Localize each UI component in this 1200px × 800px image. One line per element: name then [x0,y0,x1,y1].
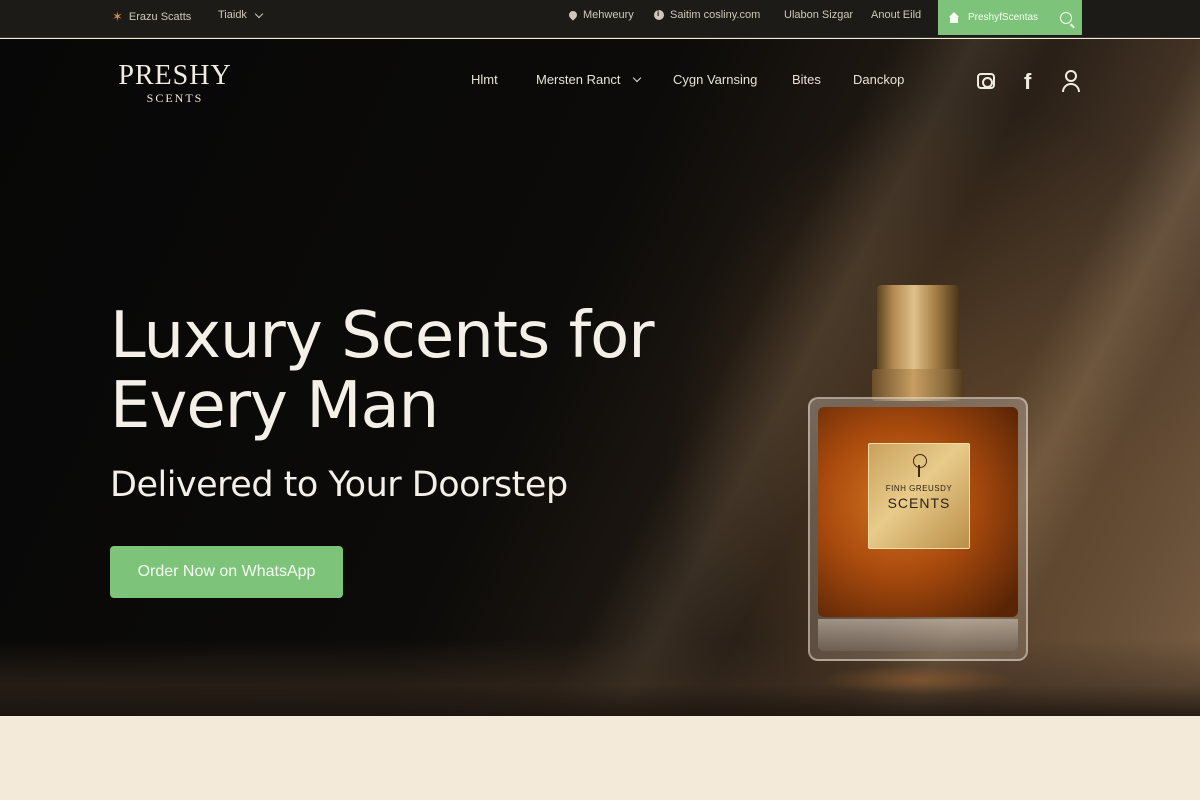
facebook-icon[interactable]: f [1024,69,1031,95]
bottle-base [818,619,1018,651]
bottle-label-line1: FINH GREUSDY [885,484,953,493]
email-link[interactable]: Saitim cosliny.com [654,9,760,21]
perfume-bottle-image: FINH GREUSDY SCENTS [808,285,1028,695]
site-logo[interactable]: PRESHY SCENTS [112,60,238,106]
hero-subtitle: Delivered to Your Doorstep [110,465,568,505]
pin-icon [567,9,579,21]
utility-brand[interactable]: ✶ Erazu Scatts [112,9,191,25]
tree-icon [912,454,927,478]
language-label: Tiaidk [218,9,247,21]
hero-title: Luxury Scents for Every Man [110,299,655,443]
utility-bar: ✶ Erazu Scatts Tiaidk Mehweury Saitim co… [0,0,1200,38]
about-label: Anout Eild [871,9,922,21]
hours-label: Ulabon Sizgar [784,9,854,21]
nav-item-dropdown-label: Mersten Ranct [536,72,621,87]
nav-item-dropdown[interactable]: Mersten Ranct [536,72,642,87]
nav-item-home[interactable]: Hlmt [471,72,498,87]
header-cta-button[interactable]: PreshyfScentas [938,0,1082,35]
order-whatsapp-button[interactable]: Order Now on WhatsApp [110,546,343,598]
bottle-cap [877,285,959,371]
camera-icon[interactable] [977,73,995,89]
info-icon [654,9,664,20]
about-link[interactable]: Anout Eild [871,9,921,21]
bottle-label-line2: SCENTS [887,495,951,511]
delivery-label: Mehweury [583,9,634,21]
nav-item-3[interactable]: Cygn Varnsing [673,72,757,87]
bottle-label: FINH GREUSDY SCENTS [868,443,970,549]
nav-item-4[interactable]: Bites [792,72,821,87]
hero-section: PRESHY SCENTS Hlmt Mersten Ranct Cygn Va… [0,39,1200,716]
chevron-down-icon [254,9,264,18]
home-icon [948,12,960,23]
logo-subtitle: SCENTS [146,91,204,105]
brand-mark-icon: ✶ [112,9,123,24]
search-icon[interactable] [1060,11,1072,24]
chevron-down-icon [632,73,642,83]
header-cta-label: PreshyfScentas [968,12,1039,23]
content-area [0,716,1200,800]
email-label: Saitim cosliny.com [670,9,761,21]
language-selector[interactable]: Tiaidk [218,9,264,21]
utility-brand-label: Erazu Scatts [128,11,192,23]
logo-wordmark: PRESHY [118,60,232,91]
nav-item-5[interactable]: Danckop [853,72,904,87]
user-icon[interactable] [1062,70,1080,92]
delivery-link[interactable]: Mehweury [567,9,634,21]
hours-link[interactable]: Ulabon Sizgar [784,9,853,21]
bottle-reflection [818,665,1018,695]
